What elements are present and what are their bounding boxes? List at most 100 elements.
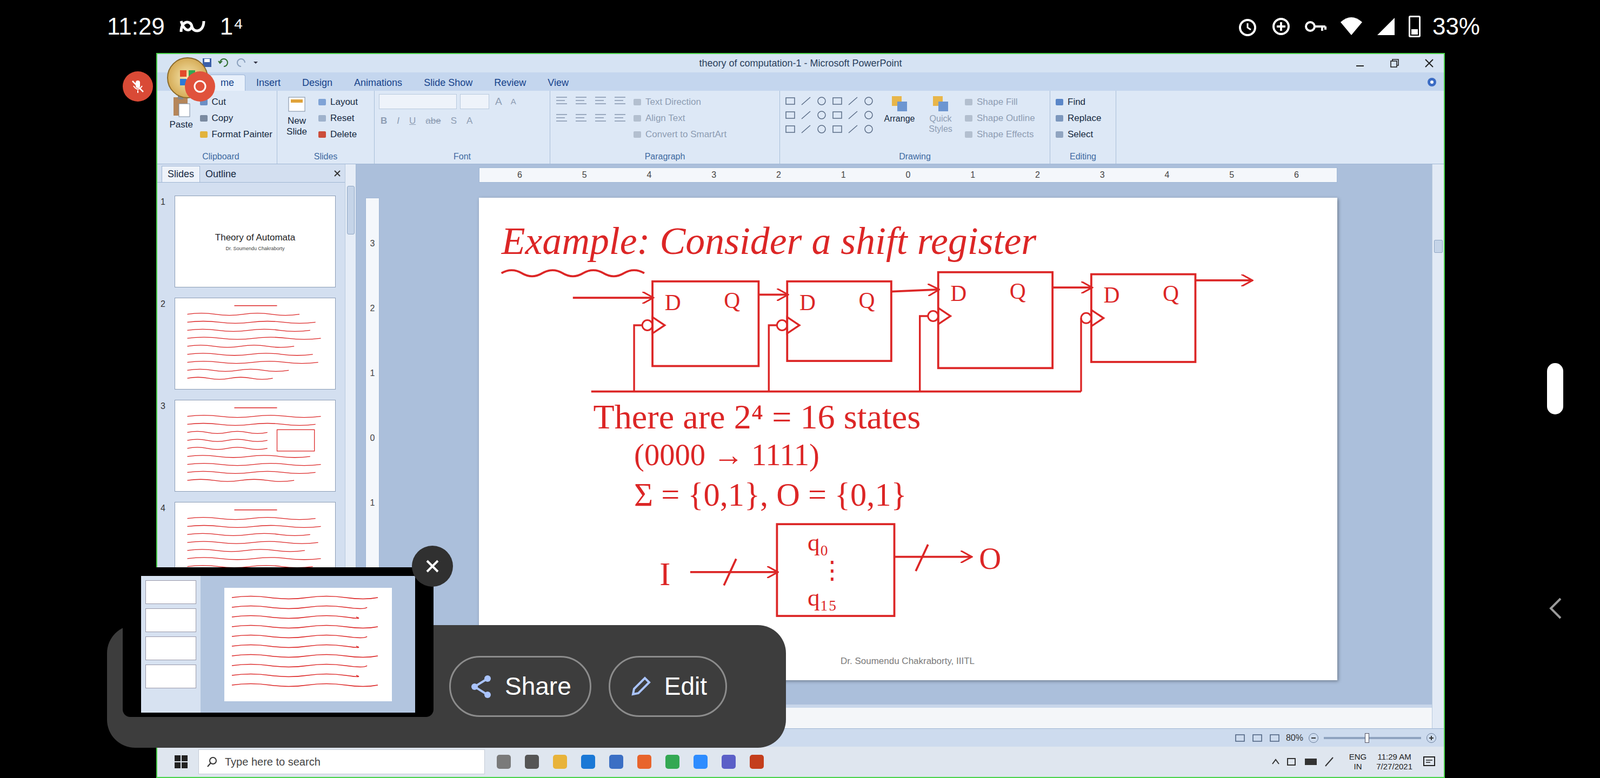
- select-icon: [1054, 129, 1065, 140]
- ribbon-button[interactable]: Copy: [198, 110, 273, 127]
- ruler-number: 3: [370, 238, 376, 250]
- group-label: Font: [374, 149, 550, 164]
- ribbon-button[interactable]: Shape Fill: [963, 94, 1036, 111]
- shapes-gallery[interactable]: [784, 94, 877, 136]
- font-size-button[interactable]: A: [508, 95, 519, 109]
- chevron-left-icon: [1547, 596, 1564, 621]
- format-button[interactable]: A: [464, 114, 475, 129]
- ribbon-tab[interactable]: Design: [291, 74, 344, 91]
- taskbar-app-icon: [691, 752, 710, 772]
- zoom-slider[interactable]: [1323, 737, 1422, 740]
- flip-flop: DQ: [634, 281, 759, 392]
- ribbon-button[interactable]: Delete: [317, 126, 358, 143]
- signal-arrow: [1052, 286, 1092, 289]
- ribbon-button[interactable]: Convert to SmartArt: [632, 126, 727, 143]
- format-button[interactable]: S: [449, 114, 459, 129]
- redo-icon: [235, 57, 248, 69]
- ribbon-tabs: meInsertDesignAnimationsSlide ShowReview…: [157, 72, 1444, 91]
- taskbar-search[interactable]: Type here to search: [198, 749, 485, 775]
- font-size-field[interactable]: [460, 94, 490, 110]
- taskbar-app-icon: [550, 752, 570, 772]
- slide-thumbnail-row[interactable]: 1Theory of AutomataDr. Soumendu Chakrabo…: [160, 195, 345, 288]
- ribbon-tab[interactable]: Review: [483, 74, 537, 91]
- ruler-number: 1: [370, 368, 376, 379]
- d-input-label: D: [664, 290, 682, 316]
- ribbon-button[interactable]: Find: [1054, 94, 1102, 111]
- slide-thumbnail-row[interactable]: 3: [160, 400, 345, 492]
- close-preview-button[interactable]: [411, 545, 453, 588]
- ribbon-button[interactable]: Shape Outline: [963, 110, 1036, 127]
- shape-outline-icon: [963, 113, 974, 124]
- app-notification-icon: [178, 15, 206, 38]
- ink-content: [174, 400, 336, 492]
- phone-status-bar: 11:291⁴33%: [0, 0, 1600, 53]
- ribbon-tab[interactable]: View: [536, 74, 580, 91]
- zoom-slider-thumb[interactable]: [1364, 733, 1370, 744]
- q-output-label: Q: [858, 288, 875, 313]
- paragraph-format-icon: [593, 112, 608, 124]
- share-button[interactable]: Share: [449, 656, 592, 718]
- paragraph-format-icon: [554, 112, 569, 124]
- quick-styles-icon: [930, 94, 951, 114]
- screen-record-mute-button[interactable]: [122, 71, 153, 102]
- format-button[interactable]: U: [407, 114, 418, 129]
- ribbon-button[interactable]: Text Direction: [632, 94, 727, 111]
- close-icon: [1423, 57, 1436, 70]
- ribbon-button[interactable]: Align Text: [632, 110, 727, 127]
- slide-thumbnail[interactable]: Theory of AutomataDr. Soumendu Chakrabor…: [174, 195, 336, 288]
- shape-icon: [862, 123, 875, 136]
- pane-tab[interactable]: Outline: [200, 165, 242, 183]
- ribbon-tab[interactable]: Insert: [245, 74, 292, 91]
- font-name-field[interactable]: [378, 94, 457, 110]
- share-icon: [469, 674, 493, 700]
- ruler-number: 2: [370, 303, 376, 315]
- editor-scrollbar[interactable]: [1431, 164, 1444, 729]
- slide-thumbnail[interactable]: [174, 400, 336, 492]
- ribbon-button[interactable]: Format Painter: [198, 126, 273, 143]
- drawing-big-button[interactable]: Arrange: [881, 94, 918, 124]
- ribbon-tab[interactable]: Animations: [343, 74, 413, 91]
- new-slide-button[interactable]: New Slide: [281, 94, 312, 138]
- slide-thumbnail-row[interactable]: 2: [160, 297, 345, 390]
- drawing-group: ArrangeQuick StylesShape FillShape Outli…: [780, 90, 1051, 164]
- ruler-number: 5: [1229, 168, 1235, 182]
- screen-record-stop-button[interactable]: [184, 71, 216, 102]
- paste-button[interactable]: Paste: [169, 94, 194, 132]
- replace-icon: [1054, 113, 1065, 124]
- ruler-number: 0: [370, 432, 376, 444]
- screenshot-thumbnail[interactable]: [122, 567, 434, 718]
- q-output-label: Q: [1009, 278, 1026, 304]
- font-size-button[interactable]: A: [492, 94, 505, 110]
- zoom-in-button[interactable]: [1426, 733, 1437, 744]
- edit-button[interactable]: Edit: [608, 656, 728, 718]
- format-button[interactable]: B: [378, 114, 389, 129]
- slide-thumbnail[interactable]: [174, 297, 336, 390]
- input-language[interactable]: ENGIN: [1349, 752, 1368, 772]
- scroll-thumb[interactable]: [347, 185, 355, 235]
- status-right: 33%: [1236, 8, 1480, 45]
- zoom-out-button[interactable]: [1308, 733, 1319, 744]
- edge-scroll-handle[interactable]: [1547, 363, 1564, 415]
- ribbon-button[interactable]: Layout: [317, 94, 358, 111]
- ribbon-button[interactable]: Replace: [1054, 110, 1102, 127]
- flip-flop: DQ: [1081, 274, 1196, 392]
- slide-number: 2: [160, 297, 171, 311]
- restore-icon: [1388, 57, 1401, 70]
- slide[interactable]: Example: Consider a shift registerDQDQDQ…: [478, 197, 1338, 681]
- notifications-icon: [1422, 755, 1437, 770]
- pencil-icon: [628, 675, 653, 699]
- format-button[interactable]: I: [395, 114, 402, 129]
- ribbon-button[interactable]: Select: [1054, 126, 1102, 143]
- zoom-level[interactable]: 80%: [1285, 731, 1304, 745]
- shape-icon: [815, 95, 828, 108]
- ribbon-button[interactable]: Shape Effects: [963, 126, 1036, 143]
- drawing-big-button[interactable]: Quick Styles: [922, 94, 959, 135]
- shape-icon: [847, 123, 859, 136]
- signal-icon: [1375, 15, 1397, 38]
- ribbon-button[interactable]: Reset: [317, 110, 358, 127]
- pane-tab[interactable]: Slides: [161, 165, 200, 183]
- ribbon-tab[interactable]: Slide Show: [412, 74, 484, 91]
- format-button[interactable]: abe: [423, 114, 443, 129]
- taskbar-clock[interactable]: 11:29 AM7/27/2021: [1376, 752, 1413, 772]
- scroll-thumb[interactable]: [1434, 240, 1443, 253]
